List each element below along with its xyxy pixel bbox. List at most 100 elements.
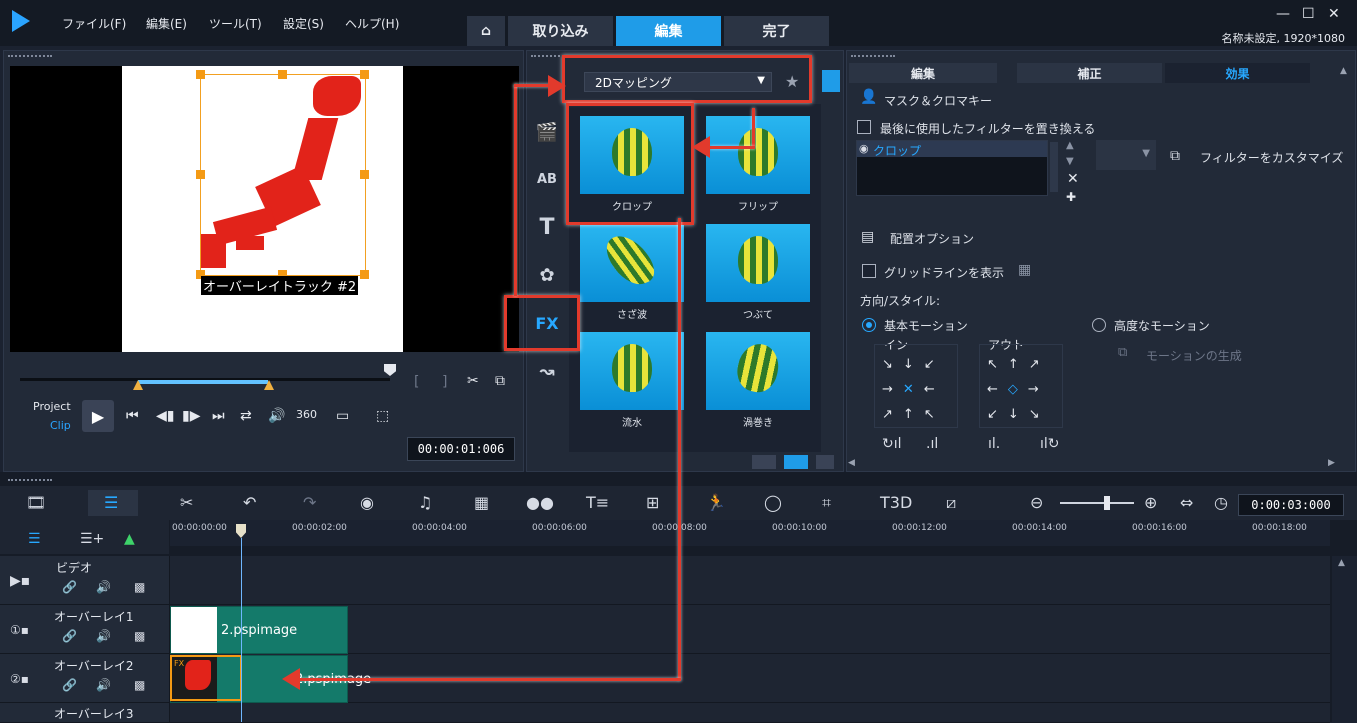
- end-icon[interactable]: ⏭: [212, 408, 225, 424]
- tab-capture[interactable]: 取り込み: [508, 16, 613, 46]
- tab-edit[interactable]: 編集: [616, 16, 721, 46]
- title-icon[interactable]: T: [530, 210, 564, 244]
- mute-icon[interactable]: 🔊: [96, 678, 111, 692]
- tab-edit-options[interactable]: 編集: [849, 63, 997, 83]
- sound-mixer-icon[interactable]: ♫: [418, 493, 432, 512]
- tab-share[interactable]: 完了: [724, 16, 829, 46]
- home-button[interactable]: ⌂: [467, 16, 505, 46]
- tab-effect[interactable]: 効果: [1165, 63, 1310, 83]
- chapter-point-icon[interactable]: ▲: [124, 531, 135, 547]
- timeline-scrollbar[interactable]: [1332, 556, 1357, 722]
- filter-flip[interactable]: フリップ: [706, 116, 818, 213]
- menu-help[interactable]: ヘルプ(H): [345, 15, 399, 32]
- next-frame-icon[interactable]: ▮▶: [182, 408, 200, 424]
- customize-filter-icon[interactable]: ⧉: [1170, 148, 1180, 164]
- display-mode-icon[interactable]: ⬚: [376, 408, 389, 424]
- motion-tracking-icon[interactable]: ●●: [526, 493, 554, 512]
- gridlines-checkbox[interactable]: [862, 264, 876, 278]
- selection-box[interactable]: [200, 74, 366, 276]
- link-icon[interactable]: 🔗: [62, 678, 77, 692]
- zoom-in-icon[interactable]: ⊕: [1144, 493, 1157, 512]
- track-manager-icon[interactable]: ☰: [28, 531, 41, 547]
- time-remapping-icon[interactable]: 🏃: [706, 493, 726, 512]
- link-icon[interactable]: 🔗: [62, 629, 77, 643]
- add-filter-icon[interactable]: ✚: [1066, 190, 1076, 204]
- move-up-icon[interactable]: ▲: [1066, 140, 1074, 151]
- mask-chroma-label[interactable]: マスク＆クロマキー: [884, 92, 992, 109]
- filter-ripple[interactable]: さざ波: [580, 224, 692, 321]
- split-screen-icon[interactable]: ⧄: [946, 493, 956, 513]
- add-track-icon[interactable]: ☰+: [80, 531, 104, 547]
- scroll-up-icon[interactable]: ▲: [1338, 558, 1345, 568]
- zoom-slider[interactable]: [1060, 502, 1134, 504]
- ease-in-out-icon[interactable]: .ıl: [926, 436, 938, 452]
- mute-icon[interactable]: 🔊: [96, 580, 111, 594]
- thumbnail-view-icon[interactable]: [784, 455, 808, 469]
- minimize-icon[interactable]: —: [1276, 6, 1290, 22]
- grid-mode-icon[interactable]: ▩: [134, 678, 145, 692]
- resize-handle[interactable]: [196, 170, 205, 179]
- resize-handle[interactable]: [360, 270, 369, 279]
- media-icon[interactable]: 🎬: [530, 115, 564, 149]
- menu-tools[interactable]: ツール(T): [209, 15, 262, 32]
- filter-pebble[interactable]: つぶて: [706, 224, 818, 321]
- resize-handle[interactable]: [278, 70, 287, 79]
- replace-filter-checkbox[interactable]: [857, 120, 871, 134]
- split-clip-icon[interactable]: ✂: [467, 373, 479, 389]
- view-toggle-icon[interactable]: [822, 70, 840, 92]
- redo-icon[interactable]: ↷: [303, 493, 316, 512]
- fit-project-icon[interactable]: ⇔: [1180, 493, 1193, 512]
- tab-correction[interactable]: 補正: [1017, 63, 1162, 83]
- timeline-view-button[interactable]: ☰: [88, 490, 138, 516]
- clip-overlay1[interactable]: 2.pspimage: [170, 606, 348, 654]
- storyboard-view-icon[interactable]: 🎞: [26, 493, 46, 512]
- filter-water-flow[interactable]: 流水: [580, 332, 692, 429]
- link-icon[interactable]: 🔗: [62, 580, 77, 594]
- scroll-right-icon[interactable]: ▶: [1328, 458, 1335, 468]
- resize-handle[interactable]: [360, 170, 369, 179]
- 3d-title-icon[interactable]: T3D: [880, 493, 912, 512]
- home-start-icon[interactable]: ⏮: [126, 408, 139, 424]
- close-icon[interactable]: ✕: [1328, 6, 1340, 22]
- trim-end-marker[interactable]: [264, 380, 274, 390]
- filter-list-scrollbar[interactable]: [1050, 142, 1058, 192]
- subtitle-editor-icon[interactable]: T≡: [586, 493, 609, 512]
- out-direction-arrows[interactable]: ↖↑↗ ←◇→ ↙↓↘: [987, 352, 1057, 427]
- 360-view-icon[interactable]: 360: [296, 408, 317, 421]
- clip-mode-label[interactable]: Clip: [50, 419, 71, 432]
- mask-creator-icon[interactable]: ◯: [764, 493, 782, 512]
- volume-icon[interactable]: 🔊: [268, 408, 285, 424]
- menu-file[interactable]: ファイル(F): [62, 15, 126, 32]
- undo-icon[interactable]: ↶: [243, 493, 256, 512]
- path-icon[interactable]: ↝: [530, 354, 564, 388]
- mark-in-icon[interactable]: [: [414, 374, 419, 390]
- placement-options-label[interactable]: 配置オプション: [890, 230, 974, 247]
- preset-dropdown[interactable]: ▼: [1096, 140, 1156, 170]
- ease-in-icon[interactable]: ↻ıl: [882, 436, 902, 452]
- move-down-icon[interactable]: ▼: [1066, 156, 1074, 167]
- tools-icon[interactable]: ✂: [180, 493, 193, 512]
- pan-zoom-icon[interactable]: ⌗: [822, 493, 831, 513]
- resize-handle[interactable]: [360, 70, 369, 79]
- record-capture-icon[interactable]: ◉: [360, 493, 374, 512]
- list-view-icon[interactable]: [752, 455, 776, 469]
- menu-settings[interactable]: 設定(S): [283, 15, 324, 32]
- scroll-left-icon[interactable]: ◀: [848, 458, 855, 468]
- maximize-icon[interactable]: ☐: [1302, 6, 1315, 22]
- scroll-up-icon[interactable]: ▲: [1340, 66, 1347, 76]
- eye-icon[interactable]: ◉: [859, 142, 869, 155]
- repeat-icon[interactable]: ⇄: [240, 408, 252, 424]
- previous-frame-icon[interactable]: ◀▮: [156, 408, 174, 424]
- zoom-slider-thumb[interactable]: [1104, 496, 1110, 510]
- transition-icon[interactable]: AB: [530, 162, 564, 196]
- grid-mode-icon[interactable]: ▩: [134, 629, 145, 643]
- enlarge-preview-icon[interactable]: ⧉: [495, 373, 505, 389]
- grid-mode-icon[interactable]: ▩: [134, 580, 145, 594]
- timecode-display[interactable]: 00:00:01:006: [407, 437, 515, 461]
- multi-camera-icon[interactable]: ⊞: [646, 493, 659, 512]
- remove-filter-icon[interactable]: ✕: [1067, 171, 1079, 187]
- project-mode-label[interactable]: Project: [33, 400, 71, 413]
- mark-out-icon[interactable]: ]: [442, 374, 447, 390]
- mute-icon[interactable]: 🔊: [96, 629, 111, 643]
- menu-edit[interactable]: 編集(E): [146, 15, 187, 32]
